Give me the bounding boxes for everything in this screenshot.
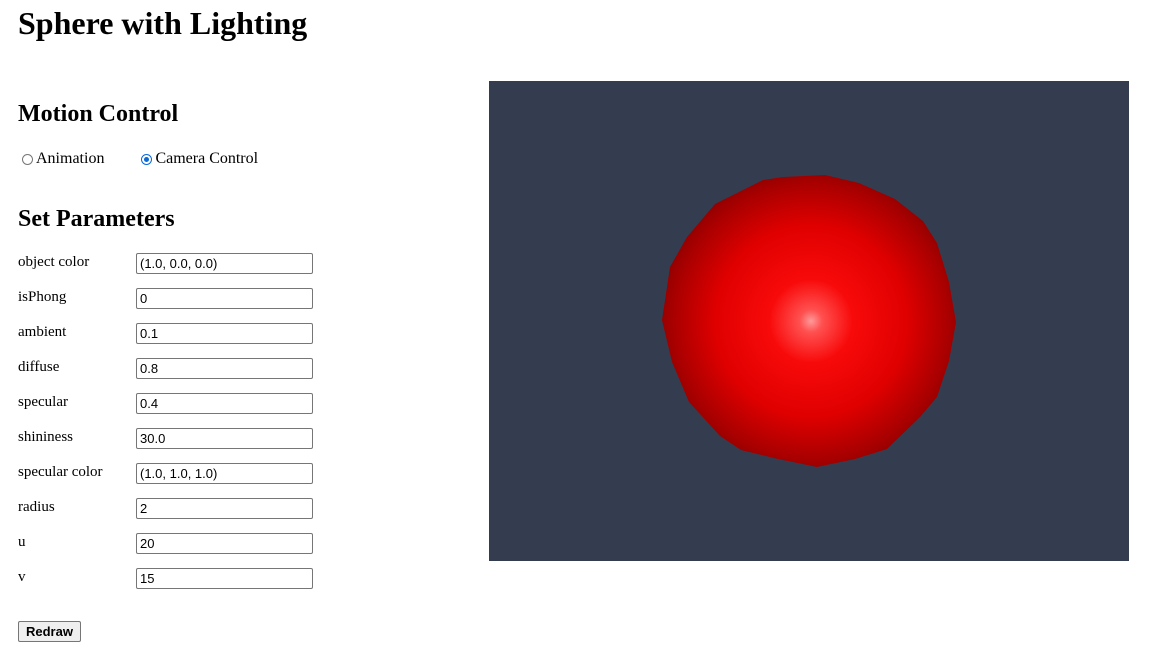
specular-label: specular (18, 394, 68, 410)
redraw-button[interactable]: Redraw (18, 621, 81, 642)
isphong-label: isPhong (18, 289, 67, 305)
camera-control-radio-label: Camera Control (155, 150, 259, 167)
u-input[interactable]: 20 (136, 533, 313, 554)
param-row-object-color: object color (1.0, 0.0, 0.0) (18, 253, 318, 275)
camera-control-radio-option[interactable]: Camera Control (141, 150, 258, 168)
animation-radio-button[interactable] (22, 153, 33, 165)
specular-input[interactable]: 0.4 (136, 393, 313, 414)
motion-mode-radio-group: Animation Camera Control (22, 148, 258, 170)
v-input[interactable]: 15 (136, 568, 313, 589)
sphere-render (662, 175, 956, 467)
param-row-ambient: ambient 0.1 (18, 323, 318, 345)
animation-radio-label: Animation (36, 150, 105, 167)
specular-color-label: specular color (18, 464, 103, 480)
param-row-diffuse: diffuse 0.8 (18, 358, 318, 380)
param-row-v: v 15 (18, 568, 318, 590)
set-parameters-heading: Set Parameters (18, 206, 175, 232)
u-label: u (18, 534, 26, 550)
param-row-isphong: isPhong 0 (18, 288, 318, 310)
param-row-specular-color: specular color (1.0, 1.0, 1.0) (18, 463, 318, 485)
camera-control-radio-button[interactable] (141, 153, 153, 165)
param-row-specular: specular 0.4 (18, 393, 318, 415)
shininess-label: shininess (18, 429, 74, 445)
page: Sphere with Lighting Motion Control Anim… (0, 0, 1151, 659)
diffuse-input[interactable]: 0.8 (136, 358, 313, 379)
object-color-input[interactable]: (1.0, 0.0, 0.0) (136, 253, 313, 274)
sphere (662, 175, 956, 467)
v-label: v (18, 569, 26, 585)
animation-radio-option[interactable]: Animation (22, 150, 104, 168)
param-row-radius: radius 2 (18, 498, 318, 520)
ambient-input[interactable]: 0.1 (136, 323, 313, 344)
shininess-input[interactable]: 30.0 (136, 428, 313, 449)
motion-control-heading: Motion Control (18, 101, 179, 127)
diffuse-label: diffuse (18, 359, 60, 375)
param-row-u: u 20 (18, 533, 318, 555)
isphong-input[interactable]: 0 (136, 288, 313, 309)
ambient-label: ambient (18, 324, 67, 340)
page-title: Sphere with Lighting (18, 5, 308, 41)
param-row-shininess: shininess 30.0 (18, 428, 318, 450)
radius-label: radius (18, 499, 55, 515)
webgl-canvas[interactable] (489, 81, 1129, 561)
radius-input[interactable]: 2 (136, 498, 313, 519)
specular-color-input[interactable]: (1.0, 1.0, 1.0) (136, 463, 313, 484)
object-color-label: object color (18, 254, 90, 270)
